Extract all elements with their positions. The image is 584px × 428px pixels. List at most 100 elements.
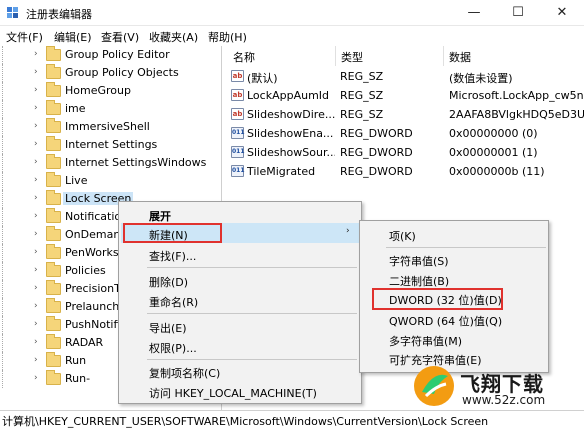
menu-view[interactable]: 查看(V) [101, 29, 139, 45]
folder-icon [46, 118, 61, 133]
tree-item-label: PushNotifi [65, 318, 121, 331]
value-row[interactable]: 011 SlideshowEna... REG_DWORD 0x00000000… [225, 124, 584, 143]
chevron-right-icon[interactable]: › [34, 247, 38, 257]
tree-item[interactable]: › Group Policy Objects [0, 64, 221, 82]
tree-guide [2, 352, 32, 370]
value-data: 2AAFA8BVlgkHDQ5eD3U [449, 108, 584, 121]
tree-item[interactable]: › Internet Settings [0, 136, 221, 154]
watermark-url: www.52z.com [462, 393, 546, 407]
folder-icon [46, 298, 61, 313]
folder-icon [46, 280, 61, 295]
tree-item-label: Internet Settings [65, 138, 158, 151]
chevron-right-icon[interactable]: › [34, 355, 38, 365]
sub-key[interactable]: 项(K) [389, 228, 416, 244]
chevron-right-icon[interactable]: › [34, 283, 38, 293]
menu-file[interactable]: 文件(F) [6, 29, 43, 45]
chevron-right-icon[interactable]: › [34, 121, 38, 131]
value-row[interactable]: ab SlideshowDire... REG_SZ 2AAFA8BVlgkHD… [225, 105, 584, 124]
column-header-type[interactable]: 类型 [341, 49, 363, 65]
chevron-right-icon[interactable]: › [34, 67, 38, 77]
value-name: SlideshowDire... [247, 108, 335, 121]
sub-multi-string-value[interactable]: 多字符串值(M) [389, 333, 462, 349]
tree-item-label: Internet SettingsWindows [65, 156, 207, 169]
column-divider[interactable] [335, 46, 336, 66]
ctx-copy-key-name[interactable]: 复制项名称(C) [149, 365, 220, 381]
sub-string-value[interactable]: 字符串值(S) [389, 253, 449, 269]
ctx-go-to-hklm[interactable]: 访问 HKEY_LOCAL_MACHINE(T) [149, 385, 317, 401]
new-submenu: 项(K) 字符串值(S) 二进制值(B) DWORD (32 位)值(D) QW… [359, 220, 549, 373]
tree-item[interactable]: › ImmersiveShell [0, 118, 221, 136]
chevron-right-icon[interactable]: › [34, 139, 38, 149]
chevron-right-icon[interactable]: › [34, 49, 38, 59]
column-header-name[interactable]: 名称 [233, 49, 255, 65]
folder-icon [46, 370, 61, 385]
chevron-right-icon[interactable]: › [34, 103, 38, 113]
value-name: LockAppAumId [247, 89, 330, 102]
menu-help[interactable]: 帮助(H) [208, 29, 247, 45]
folder-icon [46, 46, 61, 61]
close-button[interactable]: ✕ [540, 0, 584, 26]
ctx-permissions[interactable]: 权限(P)... [149, 340, 197, 356]
value-data: 0x0000000b (11) [449, 165, 545, 178]
folder-icon [46, 226, 61, 241]
value-row[interactable]: 011 SlideshowSour... REG_DWORD 0x0000000… [225, 143, 584, 162]
tree-item[interactable]: › ime [0, 100, 221, 118]
tree-item-label: Run- [65, 372, 91, 385]
tree-guide [2, 298, 32, 316]
value-row[interactable]: 011 TileMigrated REG_DWORD 0x0000000b (1… [225, 162, 584, 181]
menu-favorites[interactable]: 收藏夹(A) [149, 29, 198, 45]
menu-divider [147, 267, 357, 268]
ctx-export[interactable]: 导出(E) [149, 320, 187, 336]
chevron-right-icon[interactable]: › [34, 319, 38, 329]
chevron-right-icon[interactable]: › [34, 265, 38, 275]
ctx-find[interactable]: 查找(F)... [149, 248, 196, 264]
value-type: REG_SZ [340, 89, 384, 102]
sub-qword-value[interactable]: QWORD (64 位)值(Q) [389, 313, 502, 329]
chevron-right-icon[interactable]: › [34, 229, 38, 239]
tree-guide [2, 262, 32, 280]
tree-item-label: HomeGroup [65, 84, 131, 97]
tree-item-label: Policies [65, 264, 106, 277]
value-data: (数值未设置) [449, 72, 513, 85]
chevron-right-icon[interactable]: › [34, 85, 38, 95]
ctx-rename[interactable]: 重命名(R) [149, 294, 198, 310]
column-header-data[interactable]: 数据 [449, 49, 471, 65]
tree-item-label: Live [65, 174, 88, 187]
string-value-icon: ab [231, 89, 244, 101]
menu-bar: 文件(F) 编辑(E) 查看(V) 收藏夹(A) 帮助(H) [0, 26, 584, 46]
sub-binary-value[interactable]: 二进制值(B) [389, 273, 449, 289]
minimize-button[interactable]: — [452, 0, 496, 26]
folder-icon [46, 136, 61, 151]
string-value-icon: ab [231, 108, 244, 120]
tree-guide [2, 208, 32, 226]
folder-icon [46, 244, 61, 259]
chevron-right-icon[interactable]: › [34, 157, 38, 167]
value-name: TileMigrated [247, 165, 316, 178]
ctx-delete[interactable]: 删除(D) [149, 274, 188, 290]
value-data: Microsoft.LockApp_cw5n1 [449, 89, 584, 102]
chevron-right-icon[interactable]: › [34, 193, 38, 203]
value-data: 0x00000001 (1) [449, 146, 538, 159]
folder-icon [46, 352, 61, 367]
value-type: REG_DWORD [340, 146, 413, 159]
tree-guide [2, 100, 32, 118]
tree-item[interactable]: › Group Policy Editor [0, 46, 221, 64]
tree-item-label: Group Policy Objects [65, 66, 179, 79]
chevron-right-icon[interactable]: › [34, 211, 38, 221]
chevron-right-icon[interactable]: › [34, 373, 38, 383]
column-divider[interactable] [443, 46, 444, 66]
tree-guide [2, 64, 32, 82]
ctx-expand[interactable]: 展开 [149, 208, 171, 224]
tree-item[interactable]: › Internet SettingsWindows [0, 154, 221, 172]
chevron-right-icon[interactable]: › [34, 301, 38, 311]
chevron-right-icon[interactable]: › [34, 337, 38, 347]
tree-item[interactable]: › Live [0, 172, 221, 190]
tree-item[interactable]: › HomeGroup [0, 82, 221, 100]
value-row[interactable]: ab (默认) REG_SZ (数值未设置) [225, 67, 584, 86]
menu-edit[interactable]: 编辑(E) [54, 29, 92, 45]
watermark: 飞翔下载 www.52z.com [412, 364, 580, 414]
dword-value-icon: 011 [231, 127, 245, 139]
chevron-right-icon[interactable]: › [34, 175, 38, 185]
maximize-button[interactable]: ☐ [496, 0, 540, 26]
value-row[interactable]: ab LockAppAumId REG_SZ Microsoft.LockApp… [225, 86, 584, 105]
